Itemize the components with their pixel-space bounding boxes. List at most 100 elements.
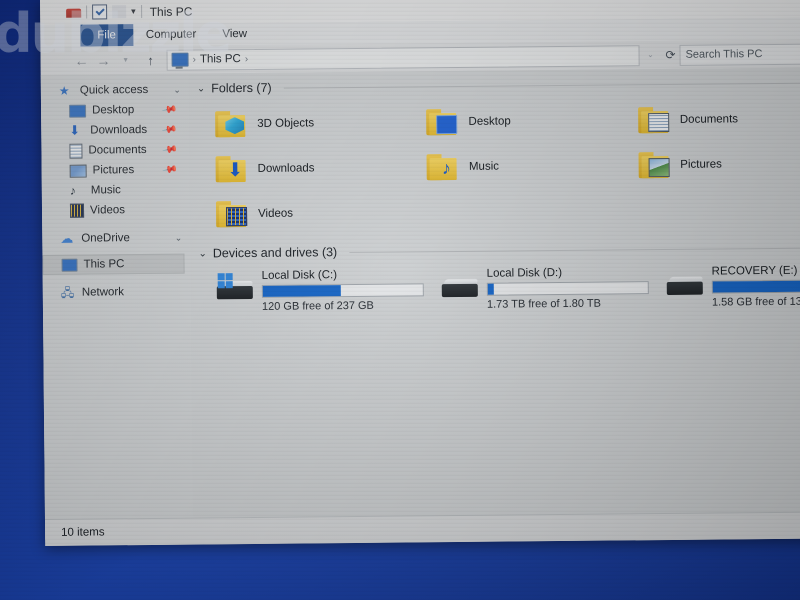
this-pc-icon: [61, 258, 78, 272]
drive-name: Local Disk (C:): [261, 269, 338, 282]
music-icon: ♪: [426, 152, 461, 181]
chevron-down-icon[interactable]: ⌄: [175, 232, 183, 243]
drive-free-space: 1.58 GB free of 13.1 GB: [711, 295, 800, 309]
sidebar-item-quick-access[interactable]: ★ Quick access ⌄: [41, 80, 189, 101]
item-count-label: 10 items: [61, 526, 105, 539]
up-button[interactable]: ↑: [139, 49, 161, 71]
sidebar-item-label: Quick access: [79, 83, 149, 97]
drive-free-space: 1.73 TB free of 1.80 TB: [486, 297, 601, 311]
breadcrumb[interactable]: › This PC ›: [166, 44, 640, 71]
folders-group-header[interactable]: ⌄ Folders (7): [197, 75, 800, 95]
sidebar-item-pictures[interactable]: Pictures 📌: [42, 160, 190, 181]
desktop-icon: [426, 107, 460, 136]
folder-item-downloads[interactable]: ⬇ Downloads: [197, 144, 409, 191]
window-title: This PC: [149, 4, 193, 19]
drives-group-header[interactable]: ⌄ Devices and drives (3): [198, 240, 800, 260]
sidebar-item-desktop[interactable]: Desktop 📌: [41, 100, 189, 121]
sidebar-item-music[interactable]: ♪ Music: [42, 180, 190, 201]
breadcrumb-separator: ›: [192, 54, 196, 66]
tab-computer[interactable]: Computer: [133, 23, 210, 46]
sidebar-item-label: Downloads: [90, 123, 148, 137]
sidebar-item-network[interactable]: 🖧 Network: [43, 282, 191, 303]
folder-label: Downloads: [257, 161, 315, 175]
forward-button[interactable]: →: [92, 49, 114, 71]
drives-grid: Local Disk (C:) 120 GB free of 237 GB Lo…: [199, 260, 800, 318]
pin-icon[interactable]: 📌: [161, 122, 177, 138]
breadcrumb-item-this-pc[interactable]: This PC: [200, 53, 241, 65]
pictures-icon: [638, 150, 672, 179]
toolbar-divider: [140, 5, 142, 19]
toolbar-divider: [86, 5, 88, 19]
documents-icon: [69, 143, 83, 159]
drive-name: Local Disk (D:): [486, 267, 563, 280]
pictures-icon: [69, 164, 87, 178]
chevron-down-icon[interactable]: ⌄: [197, 83, 205, 94]
pin-icon[interactable]: 📌: [161, 162, 177, 178]
downloads-icon: ⬇: [215, 154, 249, 183]
explorer-body: ★ Quick access ⌄ Desktop 📌 ⬇ Downloads 📌: [40, 67, 800, 540]
blank-icon[interactable]: [112, 5, 127, 19]
folder-item-pictures[interactable]: Pictures: [620, 140, 800, 187]
sidebar-item-documents[interactable]: Documents 📌: [41, 140, 189, 161]
3d-objects-icon: [215, 109, 249, 138]
sidebar-item-videos[interactable]: Videos: [42, 200, 190, 221]
cloud-icon: ☁: [60, 230, 74, 246]
sidebar-item-downloads[interactable]: ⬇ Downloads 📌: [41, 120, 189, 141]
folder-item-3d-objects[interactable]: 3D Objects: [197, 99, 409, 146]
folder-label: Desktop: [468, 114, 511, 128]
hard-drive-icon: [441, 273, 479, 299]
group-divider: [349, 247, 800, 253]
drive-item-recovery-e[interactable]: RECOVERY (E:) 1.58 GB free of 13.1 GB: [649, 260, 800, 314]
folder-item-desktop[interactable]: Desktop: [408, 97, 620, 144]
folder-label: Videos: [258, 207, 294, 220]
recent-locations-button[interactable]: ▾: [114, 49, 136, 71]
chevron-down-icon[interactable]: ▾: [131, 6, 136, 16]
properties-icon[interactable]: [92, 4, 108, 20]
sidebar-item-label: Documents: [88, 143, 147, 157]
breadcrumb-separator[interactable]: ›: [245, 54, 248, 65]
chevron-down-icon[interactable]: ⌄: [198, 248, 206, 259]
sidebar-item-label: OneDrive: [81, 232, 130, 245]
pin-icon[interactable]: 📌: [161, 142, 177, 158]
search-input[interactable]: Search This PC: [679, 42, 800, 66]
documents-icon: [637, 105, 672, 134]
sidebar-item-label: Network: [81, 286, 125, 299]
sidebar-item-label: Videos: [89, 204, 126, 217]
windows-logo-icon: [217, 273, 233, 289]
refresh-icon[interactable]: ⟳: [665, 48, 675, 62]
sidebar-item-label: This PC: [83, 258, 125, 271]
folder-label: Documents: [679, 112, 739, 126]
drive-usage-bar: [711, 279, 800, 294]
tab-file[interactable]: File: [80, 24, 133, 47]
this-pc-icon[interactable]: [66, 8, 82, 18]
navigation-pane: ★ Quick access ⌄ Desktop 📌 ⬇ Downloads 📌: [40, 73, 194, 540]
sidebar-item-onedrive[interactable]: ☁ OneDrive ⌄: [42, 228, 190, 249]
search-placeholder: Search This PC: [685, 48, 763, 61]
network-icon: 🖧: [60, 285, 75, 300]
back-button[interactable]: ←: [70, 49, 92, 71]
tab-view[interactable]: View: [209, 23, 260, 45]
folder-label: Pictures: [680, 157, 722, 171]
sidebar-item-this-pc[interactable]: This PC: [42, 253, 185, 275]
folder-label: Music: [468, 160, 500, 173]
desktop-icon: [69, 104, 87, 118]
star-icon: ★: [58, 83, 70, 98]
pin-icon[interactable]: 📌: [161, 102, 177, 118]
file-explorer-window: ▾ This PC File Computer View ← → ▾ ↑ › T…: [40, 0, 800, 546]
this-pc-icon: [171, 52, 189, 67]
desktop-screen: ▾ This PC File Computer View ← → ▾ ↑ › T…: [0, 0, 800, 600]
drive-item-local-disk-c[interactable]: Local Disk (C:) 120 GB free of 237 GB: [199, 264, 424, 318]
folder-item-documents[interactable]: Documents: [620, 95, 800, 142]
videos-icon: [69, 203, 85, 218]
chevron-down-icon[interactable]: ⌄: [639, 44, 661, 66]
drive-item-local-disk-d[interactable]: Local Disk (D:) 1.73 TB free of 1.80 TB: [424, 262, 649, 316]
hard-drive-icon: [216, 273, 254, 301]
folder-item-videos[interactable]: Videos: [198, 189, 410, 236]
sidebar-item-label: Music: [90, 184, 121, 197]
drive-usage-bar: [486, 281, 649, 296]
sidebar-item-label: Pictures: [92, 164, 135, 177]
music-icon: ♪: [69, 183, 76, 198]
hard-drive-icon: [666, 271, 704, 297]
chevron-down-icon[interactable]: ⌄: [173, 84, 181, 95]
folder-item-music[interactable]: ♪ Music: [409, 142, 621, 189]
